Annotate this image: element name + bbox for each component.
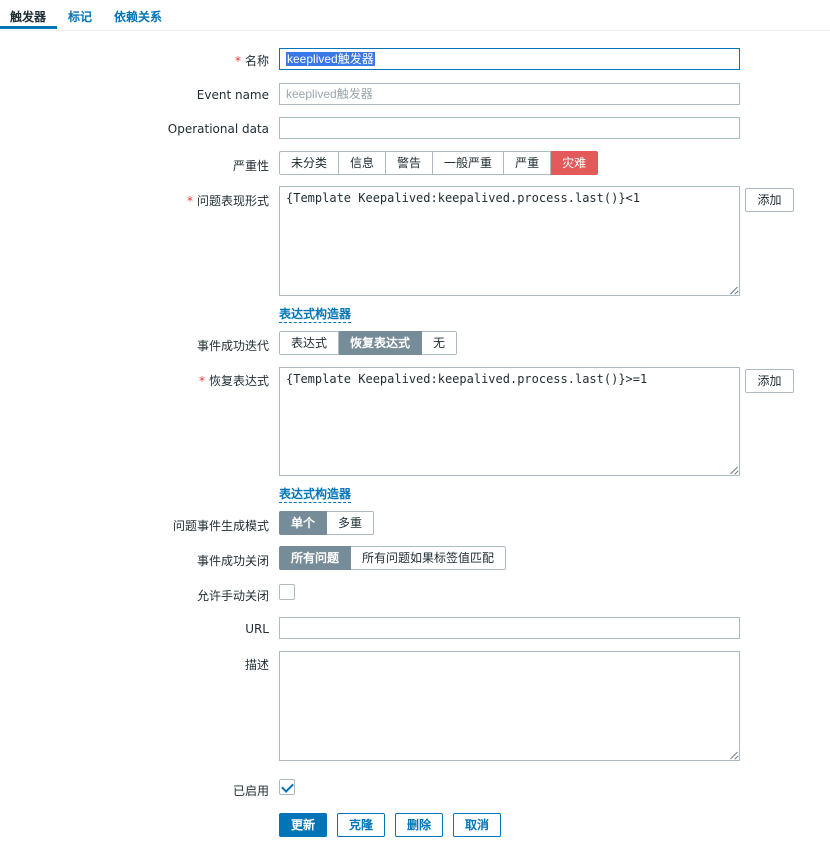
enabled-checkbox[interactable]: [279, 779, 295, 795]
ok-event-none-option[interactable]: 无: [422, 331, 458, 355]
severity-warning[interactable]: 警告: [386, 151, 434, 175]
url-label: URL: [245, 622, 269, 636]
ok-event-closes-selector: 所有问题 所有问题如果标签值匹配: [279, 546, 507, 570]
severity-label: 严重性: [232, 159, 269, 173]
ok-event-closes-tag-match[interactable]: 所有问题如果标签值匹配: [351, 546, 507, 570]
recovery-expression-textarea[interactable]: {Template Keepalived:keepalived.process.…: [279, 367, 740, 476]
active-tab-indicator: [0, 26, 57, 29]
update-button[interactable]: 更新: [279, 813, 328, 837]
recovery-expression-label: * 恢复表达式: [198, 374, 269, 388]
problem-expression-textarea[interactable]: {Template Keepalived:keepalived.process.…: [279, 186, 740, 296]
severity-average[interactable]: 一般严重: [433, 151, 505, 175]
recovery-expression-constructor-link[interactable]: 表达式构造器: [279, 485, 352, 503]
name-input-value: keeplived触发器: [286, 52, 375, 66]
required-marker: *: [186, 194, 193, 208]
problem-event-mode-single[interactable]: 单个: [279, 511, 328, 535]
problem-event-mode-selector: 单个 多重: [279, 511, 375, 535]
recovery-expression-value: {Template Keepalived:keepalived.process.…: [286, 372, 648, 386]
problem-event-mode-label: 问题事件生成模式: [172, 519, 269, 533]
tab-dependencies[interactable]: 依赖关系: [114, 8, 162, 25]
allow-manual-close-checkbox[interactable]: [279, 584, 295, 600]
ok-event-generation-label: 事件成功迭代: [196, 339, 269, 353]
problem-expression-label: * 问题表现形式: [186, 194, 269, 208]
severity-disaster[interactable]: 灾难: [551, 151, 599, 175]
operational-data-input[interactable]: [279, 117, 740, 139]
ok-event-recovery-expression-option[interactable]: 恢复表达式: [339, 331, 423, 355]
resize-handle-icon[interactable]: [730, 466, 738, 474]
delete-button[interactable]: 删除: [395, 813, 444, 837]
clone-button[interactable]: 克隆: [337, 813, 386, 837]
ok-event-generation-selector: 表达式 恢复表达式 无: [279, 331, 458, 355]
description-label: 描述: [244, 658, 269, 672]
allow-manual-close-label: 允许手动关闭: [196, 589, 269, 603]
tab-triggers[interactable]: 触发器: [10, 8, 46, 25]
event-name-label: Event name: [196, 88, 269, 102]
severity-information[interactable]: 信息: [339, 151, 387, 175]
enabled-label: 已启用: [232, 784, 269, 798]
severity-high[interactable]: 严重: [504, 151, 552, 175]
resize-handle-icon[interactable]: [730, 751, 738, 759]
required-marker: *: [198, 374, 205, 388]
problem-event-mode-multiple[interactable]: 多重: [327, 511, 375, 535]
tab-tags[interactable]: 标记: [68, 8, 92, 25]
resize-handle-icon[interactable]: [730, 286, 738, 294]
cancel-button[interactable]: 取消: [453, 813, 502, 837]
severity-not-classified[interactable]: 未分类: [279, 151, 340, 175]
name-label: * 名称: [234, 54, 269, 68]
description-textarea[interactable]: [279, 651, 740, 761]
problem-expression-constructor-link[interactable]: 表达式构造器: [279, 305, 352, 323]
tab-bar: 触发器 标记 依赖关系: [0, 0, 830, 31]
problem-expression-value: {Template Keepalived:keepalived.process.…: [286, 191, 641, 205]
event-name-input[interactable]: keeplived触发器: [279, 83, 740, 105]
url-input[interactable]: [279, 617, 740, 639]
ok-event-closes-all-problems[interactable]: 所有问题: [279, 546, 352, 570]
form-actions: 更新 克隆 删除 取消: [279, 813, 502, 837]
severity-selector: 未分类 信息 警告 一般严重 严重 灾难: [279, 151, 599, 175]
ok-event-closes-label: 事件成功关闭: [196, 554, 269, 568]
operational-data-label: Operational data: [167, 122, 269, 136]
problem-expression-add-button[interactable]: 添加: [745, 188, 794, 212]
ok-event-expression-option[interactable]: 表达式: [279, 331, 340, 355]
name-input[interactable]: keeplived触发器: [279, 48, 740, 70]
recovery-expression-add-button[interactable]: 添加: [745, 369, 794, 393]
required-marker: *: [234, 54, 241, 68]
